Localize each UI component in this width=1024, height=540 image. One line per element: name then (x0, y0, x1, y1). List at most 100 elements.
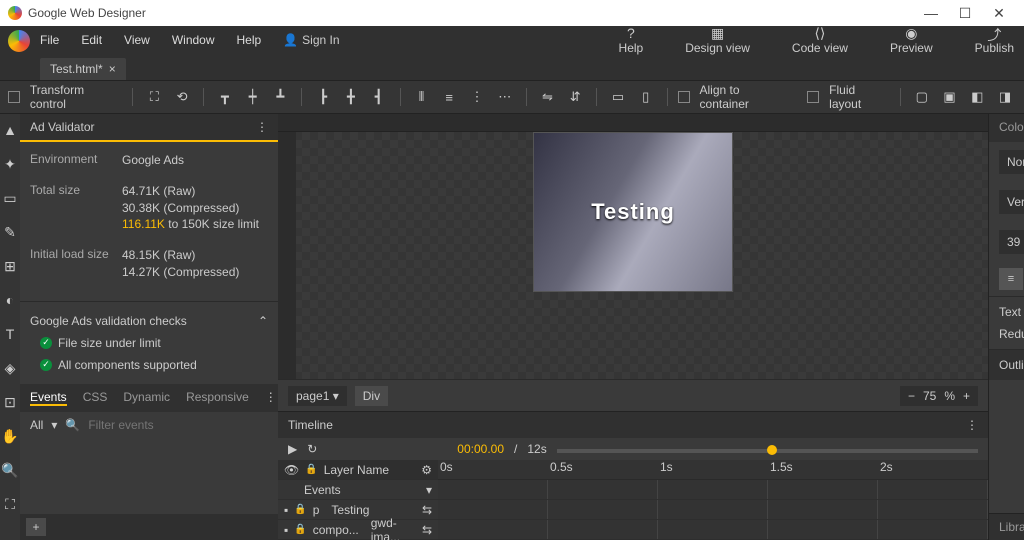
publish-label: Publish (975, 41, 1014, 55)
lock-icon[interactable]: 🔒 (305, 464, 317, 475)
loop-button[interactable]: ↻ (307, 442, 317, 456)
align-container-checkbox[interactable] (678, 91, 690, 103)
track-vis-icon[interactable]: ▪ (284, 503, 288, 517)
outliner-title[interactable]: Outliner (999, 358, 1024, 372)
scale-icon[interactable]: ⛶ (143, 86, 165, 108)
tab-css[interactable]: CSS (83, 390, 108, 406)
selection-tool-icon[interactable]: ▲ (0, 120, 20, 140)
responsive-3-icon[interactable]: ◧ (966, 86, 988, 108)
code-view-button[interactable]: ⟨⟩Code view (782, 25, 858, 55)
align-right-icon[interactable]: ┫ (368, 86, 390, 108)
motion-path-tool-icon[interactable]: ✦ (0, 154, 20, 174)
sign-in-button[interactable]: 👤Sign In (283, 33, 339, 47)
chevron-down-icon[interactable]: ▾ (426, 483, 432, 497)
tab-color[interactable]: Color (999, 120, 1024, 136)
distribute-v-icon[interactable]: ≡ (438, 86, 460, 108)
flip-v-icon[interactable]: ⇵ (564, 86, 586, 108)
collapse-icon[interactable]: ⌃ (258, 314, 268, 328)
add-event-button[interactable]: + (26, 518, 46, 536)
align-top-icon[interactable]: ┳ (214, 86, 236, 108)
help-button[interactable]: ?Help (609, 25, 654, 55)
document-tab-close-icon[interactable]: × (109, 62, 116, 76)
window-close-button[interactable]: ✕ (982, 5, 1016, 22)
zoom-in-button[interactable]: + (963, 389, 970, 403)
spacing-h-icon[interactable]: ⋯ (494, 86, 516, 108)
track-compo-name[interactable]: compo... (313, 523, 359, 537)
timeline-menu-icon[interactable]: ⋮ (966, 418, 978, 432)
gear-icon[interactable]: ⚙ (421, 463, 432, 477)
font-size-input[interactable]: 39 (999, 230, 1024, 254)
events-menu-icon[interactable]: ⋮ (265, 390, 277, 406)
breadcrumb-page[interactable]: page1 ▾ (288, 386, 347, 406)
timeline-row[interactable] (438, 520, 988, 540)
rotate-icon[interactable]: ⟲ (171, 86, 193, 108)
tab-events[interactable]: Events (30, 390, 67, 406)
stage[interactable]: Testing (278, 132, 988, 379)
font-family-select[interactable]: Verdana▾ (999, 190, 1024, 214)
tab-library[interactable]: Library (999, 520, 1024, 534)
fullscreen-tool-icon[interactable]: ⛶ (0, 494, 20, 514)
timeline-row[interactable] (438, 480, 988, 500)
text-tool-icon[interactable]: T (0, 324, 20, 344)
align-left-icon[interactable]: ┣ (312, 86, 334, 108)
window-maximize-button[interactable]: ☐ (948, 5, 982, 22)
timeline-scrubber[interactable] (557, 449, 978, 453)
document-tab[interactable]: Test.html* × (40, 58, 126, 80)
responsive-1-icon[interactable]: ▢ (911, 86, 933, 108)
zoom-out-button[interactable]: − (908, 389, 915, 403)
align-bottom-icon[interactable]: ┻ (270, 86, 292, 108)
breadcrumb-element[interactable]: Div (355, 386, 388, 406)
preview-button[interactable]: ◉Preview (880, 25, 943, 55)
zoom-tool-icon[interactable]: 🔍 (0, 460, 20, 480)
eye-icon[interactable]: 👁 (284, 463, 299, 477)
events-all-dropdown[interactable]: All (30, 418, 43, 432)
tag-tool-icon[interactable]: ⊞ (0, 256, 20, 276)
track-vis-icon[interactable]: ▪ (284, 523, 288, 537)
link-icon[interactable]: ⇆ (422, 503, 432, 517)
pen-tool-icon[interactable]: ✎ (0, 222, 20, 242)
menu-help[interactable]: Help (237, 33, 262, 47)
link-icon[interactable]: ⇆ (422, 523, 432, 537)
spacing-icon[interactable]: ⋮ (466, 86, 488, 108)
tab-responsive[interactable]: Responsive (186, 390, 249, 406)
menu-window[interactable]: Window (172, 33, 215, 47)
menu-edit[interactable]: Edit (81, 33, 102, 47)
flip-h-icon[interactable]: ⇋ (537, 86, 559, 108)
panel-menu-icon[interactable]: ⋮ (256, 120, 268, 134)
design-view-button[interactable]: ▦Design view (675, 25, 760, 55)
rectangle-tool-icon[interactable]: ▭ (0, 188, 20, 208)
fluid-layout-checkbox[interactable] (807, 91, 819, 103)
align-vcenter-icon[interactable]: ┿ (242, 86, 264, 108)
paint-tool-icon[interactable]: ◐ (0, 290, 20, 310)
3d-tool-icon[interactable]: ◈ (0, 358, 20, 378)
publish-button[interactable]: ⤴Publish (965, 25, 1024, 55)
canvas[interactable]: Testing (533, 132, 733, 292)
element-tool-icon[interactable]: ⊡ (0, 392, 20, 412)
menu-file[interactable]: File (40, 33, 59, 47)
filter-events-input[interactable] (88, 418, 268, 432)
play-button[interactable]: ▶ (288, 442, 297, 456)
menu-view[interactable]: View (124, 33, 150, 47)
track-lock-icon[interactable]: 🔒 (294, 524, 306, 535)
ad-validator-header[interactable]: Ad Validator ⋮ (20, 114, 278, 142)
track-lock-icon[interactable]: 🔒 (294, 504, 306, 515)
tab-dynamic[interactable]: Dynamic (123, 390, 170, 406)
order-back-icon[interactable]: ▯ (635, 86, 657, 108)
text-style-select[interactable]: Normal text <p>▾ (999, 150, 1024, 174)
responsive-2-icon[interactable]: ▣ (939, 86, 961, 108)
align-left-button[interactable]: ≡ (999, 268, 1023, 290)
window-minimize-button[interactable]: — (914, 5, 948, 21)
timeline-row[interactable] (438, 500, 988, 520)
document-tab-label: Test.html* (50, 62, 103, 76)
scrubber-knob-icon[interactable] (767, 445, 777, 455)
hand-tool-icon[interactable]: ✋ (0, 426, 20, 446)
track-p-name[interactable]: p (313, 503, 320, 517)
events-track-label[interactable]: Events (284, 483, 420, 497)
align-hcenter-icon[interactable]: ╋ (340, 86, 362, 108)
canvas-text[interactable]: Testing (591, 199, 675, 225)
responsive-4-icon[interactable]: ◨ (994, 86, 1016, 108)
transform-checkbox[interactable] (8, 91, 20, 103)
distribute-h-icon[interactable]: ⫴ (411, 86, 433, 108)
order-front-icon[interactable]: ▭ (607, 86, 629, 108)
chevron-down-icon[interactable]: ▾ (51, 418, 57, 432)
